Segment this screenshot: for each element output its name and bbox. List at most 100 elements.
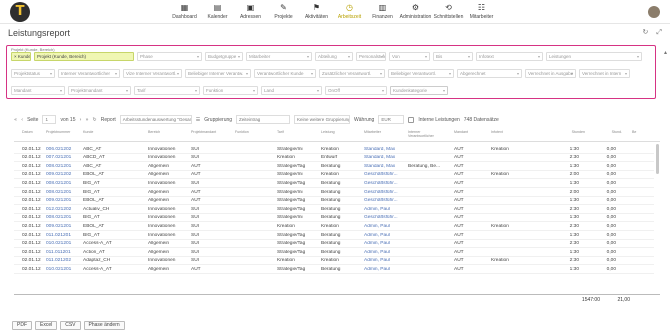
filter-vize-interner-verantwortl[interactable]: Vize Interner Verantwortl. ▾ [123,69,182,78]
table-row[interactable]: 02.01.12 008.021201 BIG_AT Innovationen SUI S… [14,214,654,223]
table-row[interactable]: 02.01.12 006.021202 ABC_AT Innovationen SUI S… [14,145,654,154]
filter-mandant[interactable]: Mandant ▾ [11,86,65,95]
table-cell[interactable]: 007.021201 [46,155,76,160]
page-input[interactable]: 1 [42,115,57,124]
filter-verrechnet-in-intern[interactable]: Verrechnet in Intern ▾ [579,69,630,78]
nav-item-aktivit-ten[interactable]: ⚑ Aktivitäten [300,2,333,23]
table-row[interactable]: 02.01.12 011.011201 Action_AT Allgemein SUI S… [14,248,654,257]
refresh-icon[interactable]: ↻ [643,28,649,37]
column-header[interactable]: Leistung [321,130,351,134]
table-cell[interactable]: 008.021201 [46,164,76,169]
filter-verantwortlicher-kunde[interactable]: Verantwortlicher Kunde ▾ [254,69,316,78]
table-row[interactable]: 02.01.12 009.021202 EBOL_AT Allgemein AUT Str… [14,171,654,180]
filter-zus-tzlicher-verantwortl[interactable]: Zusätzlicher Verantwortl. ▾ [319,69,385,78]
filter-projekt-kunde-bereich[interactable]: Projekt (Kunde, Bereich) [34,52,134,61]
table-cell[interactable]: Geschäftsführ... [364,215,406,220]
table-cell[interactable]: Admin, Paul [364,250,406,255]
table-cell[interactable]: Admin, Paul [364,267,406,272]
column-header[interactable]: Projektnummer [46,130,76,134]
filter-phase[interactable]: Phase ▾ [137,52,202,61]
column-header[interactable]: Stunden [561,130,585,134]
table-row[interactable]: 02.01.12 009.021201 EBOL_AT Innovationen SUI… [14,222,654,231]
last-page-icon[interactable]: » [85,117,88,123]
table-cell[interactable]: 009.021201 [46,224,76,229]
table-row[interactable]: 02.01.12 007.021201 ABCD_AT Innovationen SUI… [14,154,654,163]
column-header[interactable]: Datum [22,130,46,134]
filter-funktion[interactable]: Funktion ▾ [203,86,258,95]
table-cell[interactable]: 010.021201 [46,267,76,272]
nav-item-schnittstellen[interactable]: ⟲ Schnittstellen [432,2,465,23]
column-header[interactable]: Projektmandant [191,130,221,134]
table-row[interactable]: 02.01.12 009.021201 EBOL_AT Allgemein AUT Str… [14,197,654,206]
column-header[interactable]: Be [632,130,642,134]
table-cell[interactable]: Admin, Paul [364,258,406,263]
table-row[interactable]: 02.01.12 008.021201 BIG_AT Innovationen SUI S… [14,179,654,188]
filter-abteilung[interactable]: Abteilung ▾ [315,52,353,61]
table-cell[interactable]: Admin, Paul [364,207,406,212]
filter-von[interactable]: Von ▾ [389,52,430,61]
column-header[interactable]: Infotext [491,130,531,134]
table-row[interactable]: 02.01.12 008.021201 BIG_AT Allgemein AUT Stra… [14,188,654,197]
table-cell[interactable]: 010.021201 [46,241,76,246]
table-cell[interactable]: 006.021202 [46,147,76,152]
column-header[interactable]: Bereich [148,130,188,134]
table-cell[interactable]: 011.011201 [46,250,76,255]
filter-beliebiger-verantwortl[interactable]: Beliebiger Verantwortl. ▾ [388,69,454,78]
filter-onoff[interactable]: OnOff ▾ [325,86,387,95]
filter-leistungen[interactable]: Leistungen ▾ [546,52,642,61]
table-cell[interactable]: Admin, Paul [364,224,406,229]
internal-services-checkbox[interactable] [408,116,415,123]
table-cell[interactable]: Geschäftsführ... [364,172,406,177]
filter-interner-verantwortlicher[interactable]: Interner Verantwortlicher ▾ [58,69,120,78]
currency-select[interactable]: EUR [378,115,405,124]
table-cell[interactable]: 011.021201 [46,233,76,238]
table-cell[interactable]: Standard, Max [364,155,406,160]
change-phase-button[interactable]: Phase ändern [83,321,125,330]
nav-item-arbeitszeit[interactable]: ◷ Arbeitszeit [333,2,366,23]
table-cell[interactable]: 008.021201 [46,215,76,220]
nav-item-administration[interactable]: ⚙ Administration [399,2,432,23]
filter-projektmandant[interactable]: Projektmandant ▾ [68,86,131,95]
filter-land[interactable]: Land ▾ [261,86,322,95]
filter-abgerechnet[interactable]: Abgerechnet ▾ [457,69,522,78]
filter-kundenkategorie[interactable]: Kundenkategorie ▾ [390,86,448,95]
report-select[interactable]: Arbeitsstundenauswertung "Gesamt" [119,115,192,124]
filter-budgetgruppe[interactable]: Budgetgruppe ▾ [205,52,243,61]
user-avatar[interactable] [648,6,660,18]
filter-beliebiger-interner-verantw[interactable]: Beliebiger Interner Verantw. ▾ [185,69,251,78]
table-cell[interactable]: Geschäftsführ... [364,198,406,203]
table-row[interactable]: 02.01.12 011.021202 Adaptaz_CH Innovationen… [14,257,654,266]
table-cell[interactable]: Admin, Paul [364,233,406,238]
column-header[interactable]: Mitarbeiter [364,130,406,134]
expand-icon[interactable]: ⤢ [656,28,662,37]
filter-tarif[interactable]: Tarif ▾ [134,86,200,95]
nav-item-mitarbeiter[interactable]: ☷ Mitarbeiter [465,2,498,23]
table-cell[interactable]: 008.021201 [46,190,76,195]
filter-personalstufe[interactable]: Personalstufe ▾ [356,52,386,61]
table-cell[interactable]: 012.021202 [46,207,76,212]
nav-item-finanzen[interactable]: ▥ Finanzen [366,2,399,23]
table-cell[interactable]: Standard, Max [364,147,406,152]
table-cell[interactable]: Standard, Max [364,164,406,169]
collapse-icon[interactable]: ▴ [664,49,667,56]
prev-page-icon[interactable]: ‹ [21,117,23,123]
filter-infotext[interactable]: Infotext ▾ [476,52,543,61]
table-cell[interactable]: 008.021201 [46,181,76,186]
column-header[interactable]: Stund. [598,130,622,134]
further-grouping-select[interactable]: Keine weitere Gruppierung [294,115,351,124]
table-row[interactable]: 02.01.12 010.021201 Access-A_AT Allgemein SU… [14,240,654,249]
column-header[interactable]: Mandant [454,130,474,134]
table-cell[interactable]: 009.021201 [46,198,76,203]
table-cell[interactable]: 009.021202 [46,172,76,177]
nav-item-dashboard[interactable]: ▦ Dashboard [168,2,201,23]
column-header[interactable]: Kunde [83,130,115,134]
filter-projektstatus[interactable]: Projektstatus ▾ [11,69,55,78]
table-row[interactable]: 02.01.12 010.021201 Access-A_AT Allgemein AU… [14,265,654,274]
filter-kundenliste[interactable]: × Kundenliste [11,52,31,61]
excel-button[interactable]: Excel [35,321,58,330]
table-cell[interactable]: Geschäftsführ... [364,190,406,195]
refresh-table-icon[interactable]: ↻ [93,117,97,123]
grouping-select[interactable]: Zeiteintrag [236,115,291,124]
filter-bis[interactable]: Bis ▾ [433,52,473,61]
nav-item-projekte[interactable]: ✎ Projekte [267,2,300,23]
